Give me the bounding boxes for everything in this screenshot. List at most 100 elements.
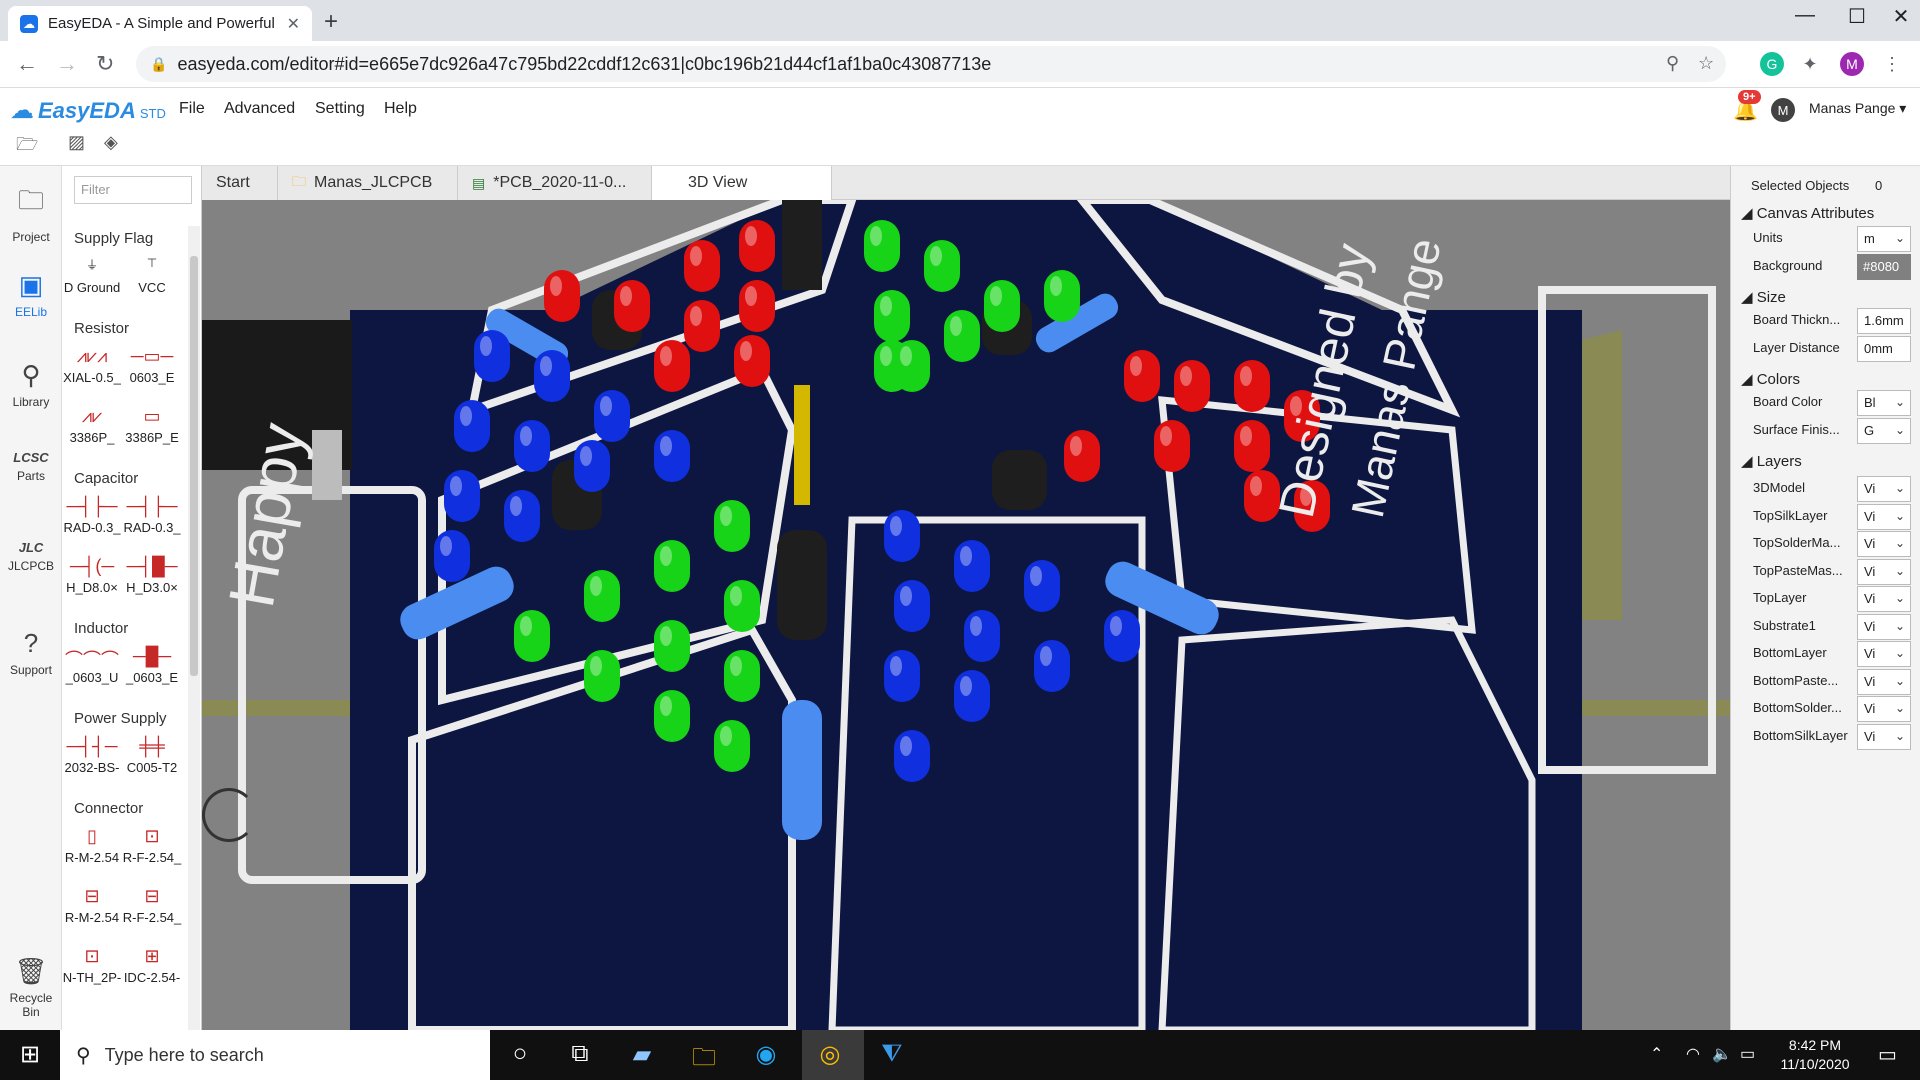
url-text[interactable]: easyeda.com/editor#id=e665e7dc926a47c795… (177, 54, 991, 75)
board-color-select[interactable]: Bl ⌄ (1857, 390, 1911, 416)
browser-tab[interactable]: ☁ EasyEDA - A Simple and Powerful ✕ (8, 6, 312, 41)
browser-menu-icon[interactable]: ⋮ (1880, 52, 1904, 76)
rail-item-recycle-bin[interactable]: 🗑 Recycle Bin (0, 956, 62, 1019)
symbol-cap-rad[interactable]: ─┤├─ RAD-0.3_ (62, 496, 122, 535)
forward-button[interactable]: → (56, 51, 78, 77)
symbol-header-female[interactable]: ⊡ R-F-2.54_ (122, 826, 182, 865)
tab-project[interactable]: 🗀 Manas_JLCPCB (278, 166, 458, 200)
user-avatar[interactable]: M (1771, 98, 1795, 122)
layer-visibility-select[interactable]: Vi ⌄ (1857, 558, 1911, 585)
rail-item-library[interactable]: ⚲ Library (0, 360, 62, 409)
battery-icon[interactable]: ▭ (1740, 1044, 1755, 1064)
size-header[interactable]: ◢ Size (1741, 288, 1786, 306)
back-button[interactable]: ← (16, 51, 38, 77)
symbol-idc[interactable]: ⊞ IDC-2.54- (122, 946, 182, 985)
rotate-view-icon[interactable] (202, 788, 256, 842)
symbol-header-male[interactable]: ▯ R-M-2.54 (62, 826, 122, 865)
pin-header (794, 385, 810, 505)
image-icon[interactable]: ▨ (68, 132, 85, 153)
extensions-puzzle-icon[interactable]: ✦ (1798, 52, 1822, 76)
user-name[interactable]: Manas Pange ▾ (1809, 100, 1906, 117)
symbol-pot-3386p[interactable]: ⩘⩗ 3386P_ (62, 406, 122, 445)
symbol-header-male-2[interactable]: ⊟ R-M-2.54 (62, 886, 122, 925)
tray-chevron-icon[interactable]: ⌃ (1650, 1044, 1663, 1064)
open-folder-icon[interactable]: 🗁 (16, 132, 38, 162)
file-explorer-icon[interactable]: 🗀 (684, 1040, 724, 1080)
layer-distance-input[interactable]: 0mm (1857, 336, 1911, 362)
profile-avatar[interactable]: M (1840, 52, 1864, 76)
tab-3d-view[interactable]: 3D View (652, 166, 832, 200)
menu-setting[interactable]: Setting (315, 100, 365, 118)
chip-icon: ▣ (18, 270, 44, 300)
3d-view-canvas[interactable]: Happy Designed by Manas Pange (202, 200, 1730, 1030)
layer-visibility-select[interactable]: Vi ⌄ (1857, 586, 1911, 612)
notifications-icon[interactable]: ▭ (1878, 1042, 1897, 1067)
windows-start-icon[interactable]: ⊞ (10, 1040, 50, 1069)
edge-browser-icon[interactable]: ◉ (746, 1040, 786, 1069)
cortana-icon[interactable]: ○ (500, 1040, 540, 1068)
symbol-header-female-2[interactable]: ⊟ R-F-2.54_ (122, 886, 182, 925)
layer-visibility-select[interactable]: Vi ⌄ (1857, 613, 1911, 640)
minimize-window-button[interactable]: — (1782, 4, 1828, 27)
menu-help[interactable]: Help (384, 100, 417, 118)
wifi-icon[interactable]: ◠ (1686, 1044, 1700, 1064)
layers-header[interactable]: ◢ Layers (1741, 452, 1802, 470)
taskbar-search[interactable]: ⚲ Type here to search (60, 1030, 490, 1080)
canvas-attributes-header[interactable]: ◢ Canvas Attributes (1741, 204, 1874, 222)
board-thickness-input[interactable]: 1.6mm (1857, 308, 1911, 334)
tab-start[interactable]: Start (202, 166, 278, 200)
taskbar-clock[interactable]: 8:42 PM 11/10/2020 (1760, 1036, 1870, 1074)
reload-button[interactable]: ↻ (96, 51, 114, 77)
rail-item-jlcpcb[interactable]: JLC JLCPCB (0, 540, 62, 573)
zoom-icon[interactable]: ⚲ (1666, 53, 1679, 74)
symbol-terminal-2p[interactable]: ⊡ N-TH_2P- (62, 946, 122, 985)
rail-item-project[interactable]: 🗀 Project (0, 182, 62, 244)
menu-advanced[interactable]: Advanced (224, 100, 295, 118)
symbol-cap-electrolytic-d3[interactable]: ─┤█─ H_D3.0× (122, 556, 182, 595)
symbol-cap-electrolytic-d8[interactable]: ─┤(─ H_D8.0× (62, 556, 122, 595)
menu-file[interactable]: File (179, 100, 205, 118)
close-window-button[interactable]: ✕ (1878, 4, 1920, 29)
layer-visibility-select[interactable]: Vi ⌄ (1857, 723, 1911, 750)
app-icon[interactable]: ▰ (622, 1040, 662, 1069)
new-tab-button[interactable]: + (324, 8, 338, 36)
volume-icon[interactable]: 🔈 (1712, 1044, 1732, 1064)
symbol-ground[interactable]: ⏚ D Ground (62, 256, 122, 295)
lcsc-icon: LCSC (13, 450, 49, 465)
maximize-window-button[interactable]: ☐ (1834, 4, 1880, 29)
vscode-icon[interactable]: ⧨ (872, 1040, 912, 1068)
units-select[interactable]: m ⌄ (1857, 226, 1911, 252)
layer-visibility-select[interactable]: Vi ⌄ (1857, 503, 1911, 530)
grammarly-extension-icon[interactable]: G (1760, 52, 1784, 76)
surface-finish-select[interactable]: G ⌄ (1857, 418, 1911, 444)
tab-pcb[interactable]: ▤ *PCB_2020-11-0... (458, 166, 652, 200)
led-highlight (745, 226, 757, 246)
close-tab-icon[interactable]: ✕ (287, 14, 300, 34)
rail-item-support[interactable]: ? Support (0, 628, 62, 677)
colors-header[interactable]: ◢ Colors (1741, 370, 1800, 388)
address-bar[interactable]: 🔒 easyeda.com/editor#id=e665e7dc926a47c7… (136, 46, 1726, 82)
symbol-cap-rad-2[interactable]: ─┤├─ RAD-0.3_ (122, 496, 182, 535)
symbol-vcc[interactable]: ⊤ VCC (122, 256, 182, 295)
chrome-icon[interactable]: ◎ (810, 1040, 850, 1069)
background-color-field[interactable]: #8080 (1857, 254, 1911, 280)
bookmark-star-icon[interactable]: ☆ (1698, 53, 1714, 74)
layer-visibility-select[interactable]: Vi ⌄ (1857, 668, 1911, 695)
symbol-inductor-u[interactable]: ⌒⌒⌒ _0603_U (62, 646, 122, 685)
symbol-dc005[interactable]: ╪╪ C005-T2 (122, 736, 182, 775)
symbol-cr2032[interactable]: ─┤┤─ 2032-BS- (62, 736, 122, 775)
layers-icon[interactable]: ◈ (104, 132, 118, 153)
library-scrollbar[interactable] (188, 226, 200, 1030)
rail-item-eelib[interactable]: ▣ EELib (0, 270, 62, 319)
task-view-icon[interactable]: ⧉ (560, 1040, 600, 1068)
symbol-inductor-e[interactable]: ─█─ _0603_E (122, 646, 182, 685)
symbol-resistor-axial[interactable]: ⩘⩗⩘ XIAL-0.5_ (62, 346, 122, 385)
layer-visibility-select[interactable]: Vi ⌄ (1857, 476, 1911, 502)
rail-item-parts[interactable]: LCSC Parts (0, 450, 62, 483)
filter-input[interactable]: Filter (74, 176, 192, 204)
layer-visibility-select[interactable]: Vi ⌄ (1857, 696, 1911, 722)
layer-visibility-select[interactable]: Vi ⌄ (1857, 531, 1911, 557)
symbol-resistor-0603[interactable]: ─▭─ 0603_E (122, 346, 182, 385)
layer-visibility-select[interactable]: Vi ⌄ (1857, 641, 1911, 667)
symbol-pot-3386p-e[interactable]: ▭ 3386P_E (122, 406, 182, 445)
